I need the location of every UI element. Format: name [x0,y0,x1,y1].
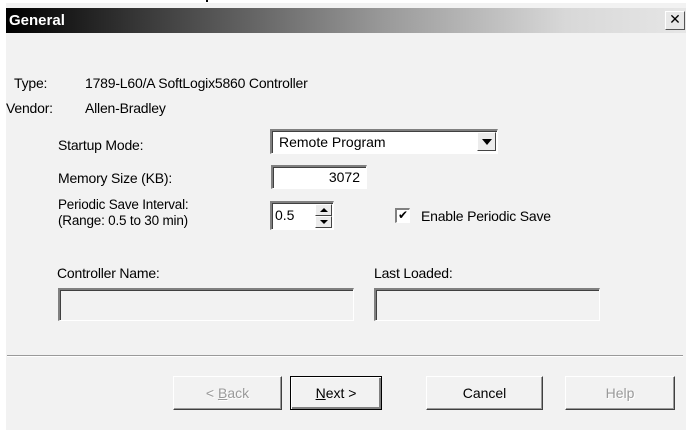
last-loaded-label: Last Loaded: [374,265,453,281]
type-label: Type: [14,75,48,91]
startup-mode-label: Startup Mode: [58,137,144,153]
memory-size-value: 3072 [328,169,360,185]
vendor-value: Allen-Bradley [85,100,166,116]
next-button-mnemonic: N [315,385,326,401]
help-button[interactable]: Help [565,376,675,410]
spin-up-icon[interactable] [315,204,332,216]
spin-down-icon[interactable] [315,216,332,228]
close-icon[interactable]: ✕ [665,11,685,30]
next-button[interactable]: Next > [290,376,382,410]
last-loaded-field [374,288,600,321]
startup-mode-select[interactable]: Remote Program [270,129,498,154]
enable-periodic-save-label: Enable Periodic Save [421,208,551,224]
chevron-down-icon[interactable] [477,132,496,151]
periodic-save-value: 0.5 [275,207,295,223]
back-button-mnemonic: B [217,385,228,401]
stray-mark [206,0,208,2]
cancel-button[interactable]: Cancel [426,376,543,410]
next-button-label: ext > [325,385,357,401]
help-button-label: Help [605,385,635,401]
vendor-label: Vendor: [6,100,53,116]
controller-name-label: Controller Name: [57,265,160,281]
general-dialog: General ✕ Type: 1789-L60/A SoftLogix5860… [6,3,686,430]
memory-size-label: Memory Size (KB): [58,170,173,186]
window-title: General [9,12,65,29]
cancel-button-label: Cancel [462,385,507,401]
startup-mode-value: Remote Program [279,134,386,150]
type-value: 1789-L60/A SoftLogix5860 Controller [85,75,308,91]
divider [7,355,683,357]
enable-periodic-save-checkbox[interactable]: ✔ [395,208,410,223]
controller-name-field [58,288,354,321]
back-button-label: ack [227,385,250,401]
periodic-save-stepper[interactable]: 0.5 [270,201,334,230]
periodic-save-range-label: (Range: 0.5 to 30 min) [58,213,188,228]
title-bar[interactable]: General ✕ [6,8,686,33]
memory-size-field[interactable]: 3072 [271,165,367,189]
back-button[interactable]: < Back [173,376,282,410]
back-button-prefix: < [205,385,218,401]
periodic-save-label: Periodic Save Interval: [58,197,189,212]
